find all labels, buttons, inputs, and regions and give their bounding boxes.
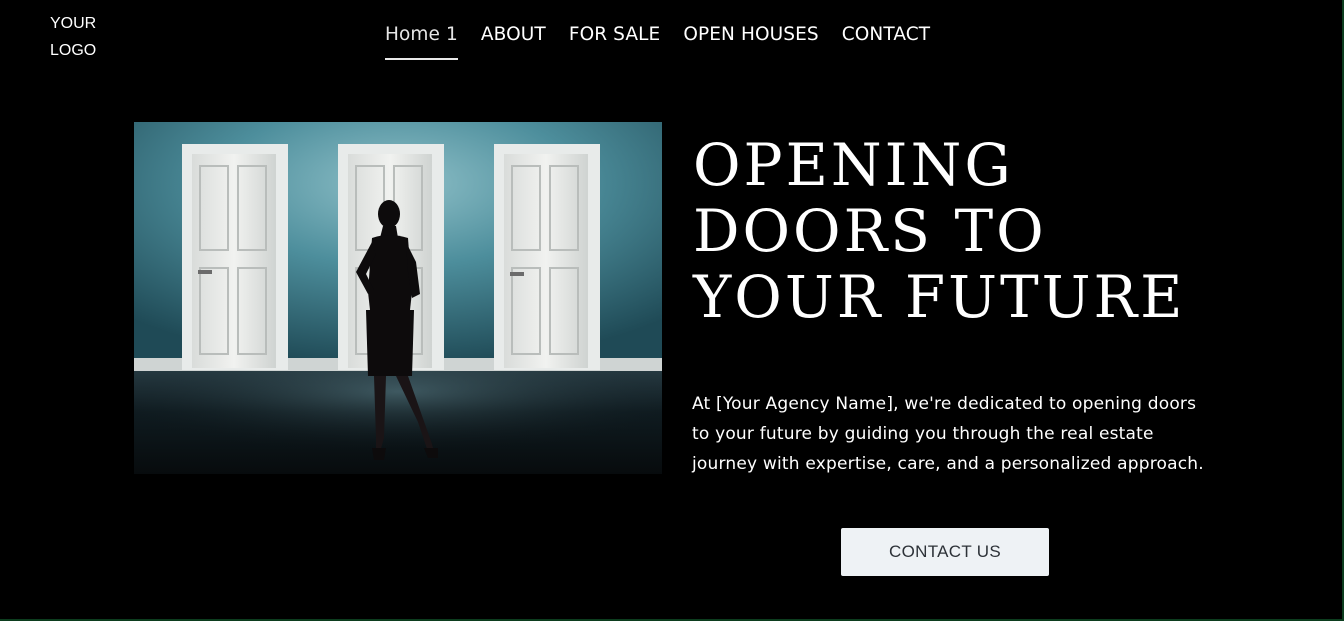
hero-headline: OPENING DOORS TO YOUR FUTURE	[693, 132, 1186, 330]
nav-item-contact[interactable]: CONTACT	[842, 22, 930, 60]
hero-image	[134, 122, 662, 474]
page: YOUR LOGO Home 1 ABOUT FOR SALE OPEN HOU…	[0, 0, 1344, 621]
nav-item-about[interactable]: ABOUT	[481, 22, 546, 60]
hero-description: At [Your Agency Name], we're dedicated t…	[692, 394, 1204, 474]
nav-item-open-houses[interactable]: OPEN HOUSES	[683, 22, 818, 60]
headline-line-3: YOUR FUTURE	[693, 263, 1186, 331]
nav-item-home-1[interactable]: Home 1	[385, 22, 458, 60]
door-right	[494, 144, 600, 370]
door-left	[182, 144, 288, 370]
headline-line-2: DOORS TO	[693, 197, 1047, 265]
contact-us-button[interactable]: CONTACT US	[841, 528, 1049, 576]
main-nav: Home 1 ABOUT FOR SALE OPEN HOUSES CONTAC…	[385, 22, 930, 60]
logo[interactable]: YOUR LOGO	[50, 10, 96, 64]
headline-line-1: OPENING	[693, 131, 1014, 199]
nav-item-for-sale[interactable]: FOR SALE	[569, 22, 660, 60]
